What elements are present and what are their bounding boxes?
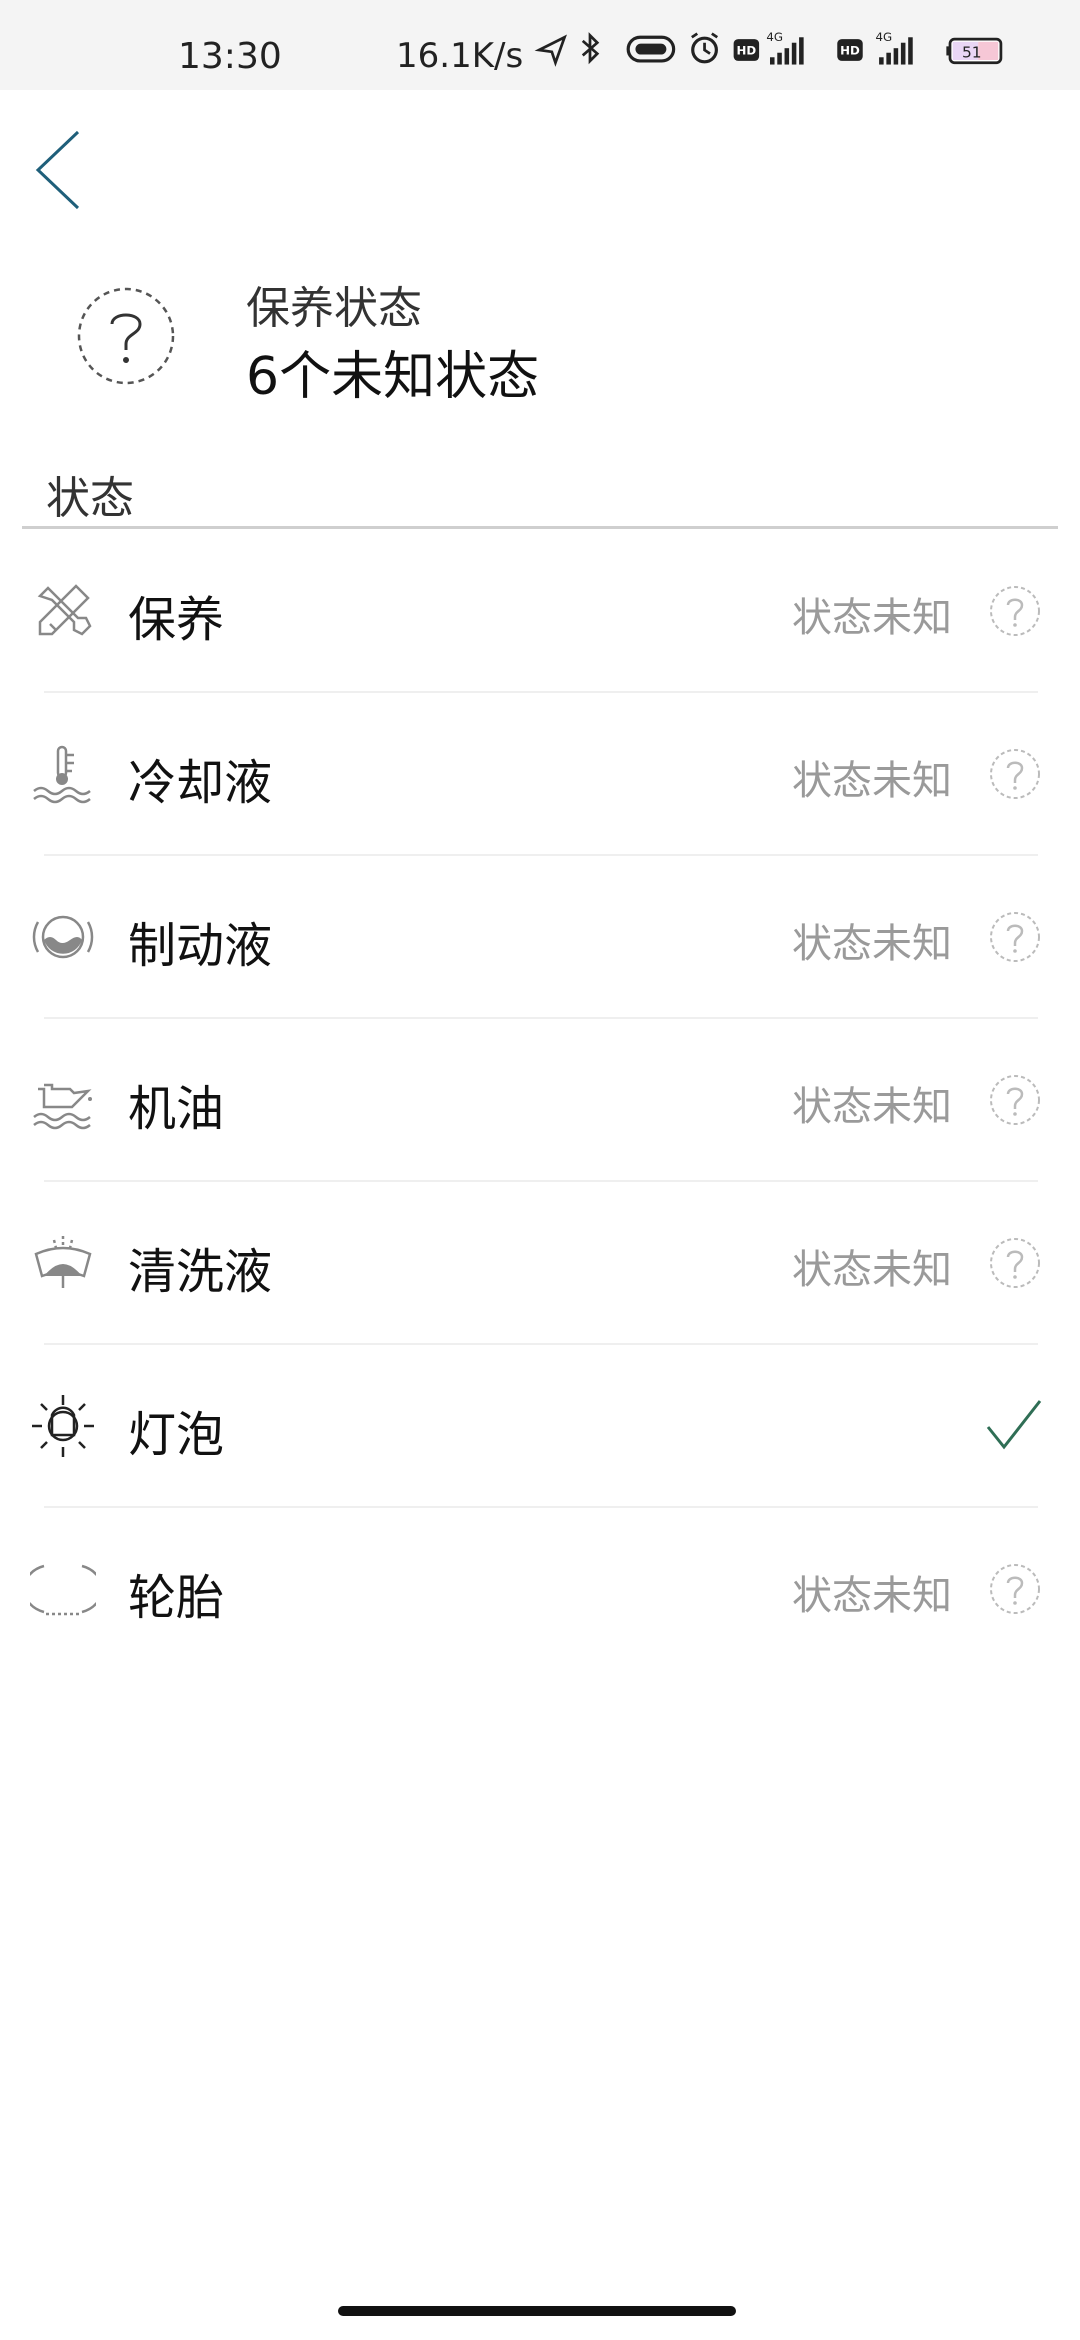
battery-icon: 51 xyxy=(946,37,1003,65)
status-list: 保养 状态未知 冷却液 状态未知 制动液 状态未知 机油 状态未知 清洗液 状态… xyxy=(0,530,1080,1671)
row-state: 状态未知 xyxy=(792,1247,952,1293)
page-title: 保养状态 xyxy=(246,283,422,334)
alarm-icon xyxy=(691,32,719,64)
svg-text:51: 51 xyxy=(962,43,982,61)
status-icons: HD 4G HD 4G 51 xyxy=(534,30,1003,67)
svg-text:4G: 4G xyxy=(766,30,783,44)
hd-badge-icon: HD xyxy=(837,39,863,61)
back-button[interactable] xyxy=(30,128,86,212)
svg-text:HD: HD xyxy=(840,44,860,58)
status-row-tires[interactable]: 轮胎 状态未知 xyxy=(0,1508,1080,1671)
brake-fluid-icon xyxy=(32,915,94,959)
washer-fluid-icon xyxy=(34,1236,92,1288)
check-icon xyxy=(986,1400,1042,1450)
status-row-coolant[interactable]: 冷却液 状态未知 xyxy=(0,693,1080,856)
home-indicator[interactable] xyxy=(338,2306,736,2316)
row-state: 状态未知 xyxy=(792,1084,952,1130)
question-circle-icon xyxy=(77,287,175,385)
row-label: 冷却液 xyxy=(128,755,273,811)
row-state: 状态未知 xyxy=(792,1573,952,1619)
signal-4g-icon: 4G xyxy=(766,30,804,65)
vpn-icon xyxy=(626,35,676,63)
wrench-screwdriver-icon xyxy=(37,584,92,636)
oil-can-icon xyxy=(33,1083,92,1130)
question-icon xyxy=(990,749,1040,799)
row-state: 状态未知 xyxy=(792,921,952,967)
row-label: 灯泡 xyxy=(128,1407,225,1463)
location-icon xyxy=(534,34,567,67)
status-time: 13:30 xyxy=(178,36,282,77)
status-row-engine-oil[interactable]: 机油 状态未知 xyxy=(0,1019,1080,1182)
bulb-icon xyxy=(32,1395,94,1457)
question-icon xyxy=(990,912,1040,962)
hd-badge-icon: HD xyxy=(733,39,760,61)
status-bar: 13:30 16.1K/s HD 4G HD 4G 51 xyxy=(0,0,1080,90)
row-label: 清洗液 xyxy=(128,1244,273,1300)
row-state: 状态未知 xyxy=(792,758,952,804)
row-label: 制动液 xyxy=(128,918,273,974)
row-label: 轮胎 xyxy=(128,1570,225,1626)
status-row-washer-fluid[interactable]: 清洗液 状态未知 xyxy=(0,1182,1080,1345)
signal-4g-icon: 4G xyxy=(875,30,913,65)
unknown-count-summary: 6个未知状态 xyxy=(246,347,540,407)
question-icon xyxy=(990,1238,1040,1288)
coolant-icon xyxy=(33,745,91,804)
question-icon xyxy=(990,1564,1040,1614)
section-divider xyxy=(22,526,1058,529)
status-row-brake-fluid[interactable]: 制动液 状态未知 xyxy=(0,856,1080,1019)
question-icon xyxy=(990,1075,1040,1125)
svg-text:4G: 4G xyxy=(875,30,892,44)
status-network-speed: 16.1K/s xyxy=(396,36,524,76)
row-state: 状态未知 xyxy=(792,595,952,641)
section-label: 状态 xyxy=(46,473,134,524)
tire-icon xyxy=(30,1564,96,1616)
status-row-bulb[interactable]: 灯泡 xyxy=(0,1345,1080,1508)
question-icon xyxy=(990,586,1040,636)
status-row-maintenance[interactable]: 保养 状态未知 xyxy=(0,530,1080,693)
svg-text:HD: HD xyxy=(737,44,757,58)
row-label: 机油 xyxy=(128,1081,225,1137)
bluetooth-icon xyxy=(581,32,600,65)
row-label: 保养 xyxy=(128,592,225,648)
